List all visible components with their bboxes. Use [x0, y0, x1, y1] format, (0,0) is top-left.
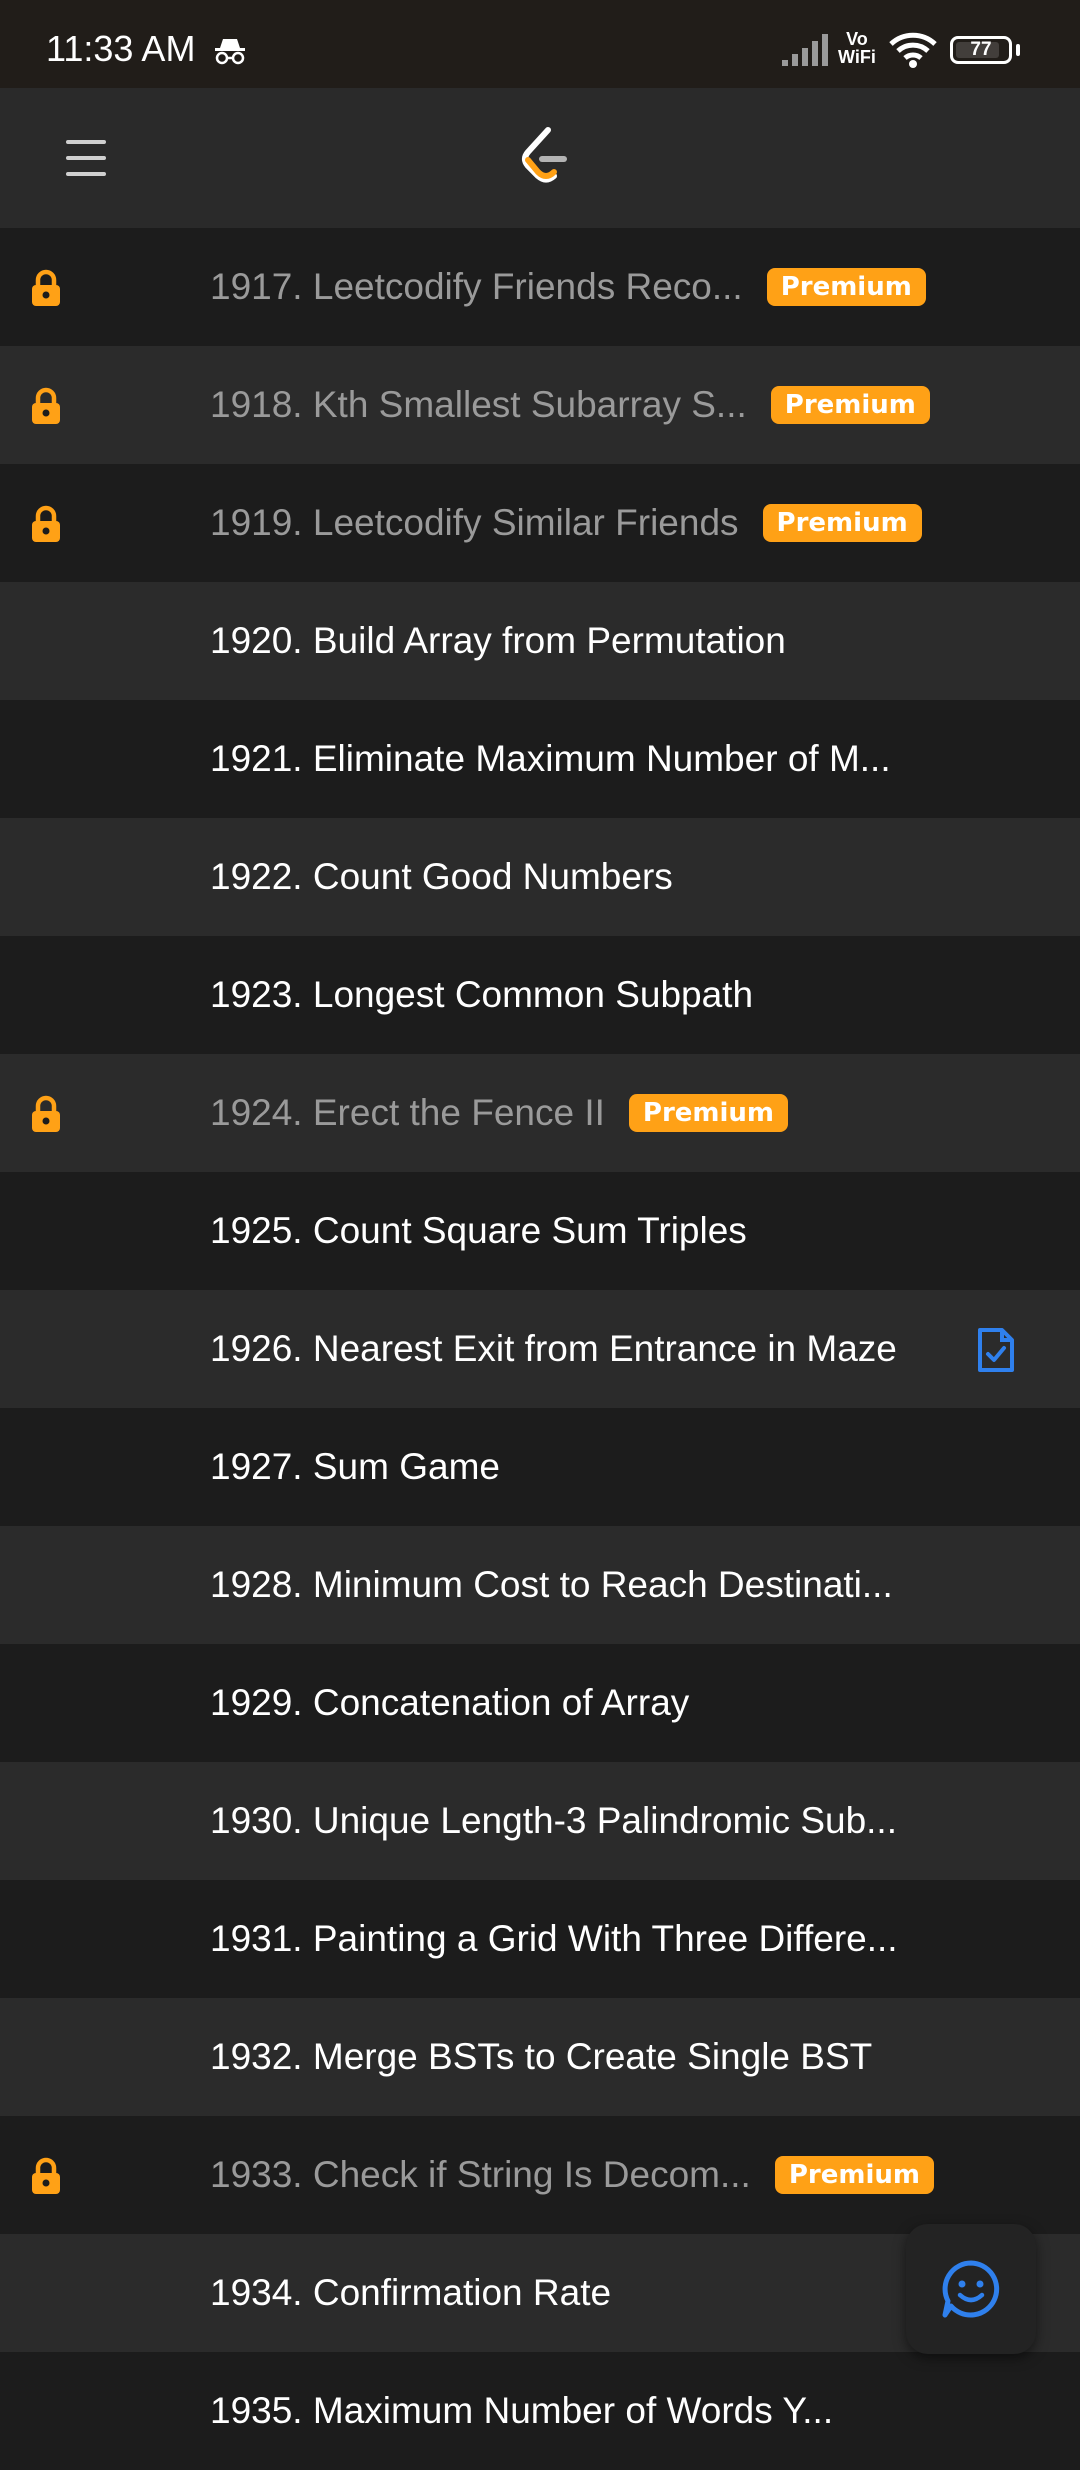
problem-title-text: 1930. Unique Length-3 Palindromic Sub...: [210, 1800, 897, 1841]
problem-row[interactable]: 1919. Leetcodify Similar Friends Premium: [0, 464, 1080, 582]
problem-title-text: 1924. Erect the Fence II: [210, 1092, 605, 1133]
problem-title: 1922. Count Good Numbers: [210, 856, 673, 898]
leetcode-logo-icon: [516, 126, 572, 195]
problem-title-text: 1923. Longest Common Subpath: [210, 974, 754, 1015]
problem-title-text: 1926. Nearest Exit from Entrance in Maze: [210, 1328, 897, 1369]
problem-title-text: 1922. Count Good Numbers: [210, 856, 673, 897]
problem-row[interactable]: 1935. Maximum Number of Words Y...: [0, 2352, 1080, 2470]
problem-row[interactable]: 1921. Eliminate Maximum Number of M...: [0, 700, 1080, 818]
status-bar: 11:33 AM Vo WiFi 77: [0, 0, 1080, 88]
problem-title-text: 1921. Eliminate Maximum Number of M...: [210, 738, 891, 779]
problem-title-text: 1928. Minimum Cost to Reach Destinati...: [210, 1564, 893, 1605]
problem-row[interactable]: 1928. Minimum Cost to Reach Destinati...: [0, 1526, 1080, 1644]
premium-badge: Premium: [766, 268, 926, 306]
lock-icon: [26, 268, 66, 313]
app-bar: [0, 88, 1080, 228]
problem-row[interactable]: 1918. Kth Smallest Subarray S... Premium: [0, 346, 1080, 464]
problem-title: 1917. Leetcodify Friends Reco... Premium: [210, 266, 926, 308]
problem-title: 1919. Leetcodify Similar Friends Premium: [210, 502, 922, 544]
problem-row[interactable]: 1932. Merge BSTs to Create Single BST: [0, 1998, 1080, 2116]
problem-title: 1934. Confirmation Rate: [210, 2272, 611, 2314]
problem-title: 1930. Unique Length-3 Palindromic Sub...: [210, 1800, 897, 1842]
problem-title: 1928. Minimum Cost to Reach Destinati...: [210, 1564, 893, 1606]
lock-icon: [26, 504, 66, 549]
problem-row[interactable]: 1933. Check if String Is Decom... Premium: [0, 2116, 1080, 2234]
battery-tip: [1016, 44, 1020, 56]
incognito-icon: [212, 36, 248, 71]
problem-title: 1924. Erect the Fence II Premium: [210, 1092, 789, 1134]
problem-title-text: 1933. Check if String Is Decom...: [210, 2154, 751, 2195]
problem-title-text: 1920. Build Array from Permutation: [210, 620, 786, 661]
problem-row[interactable]: 1920. Build Array from Permutation: [0, 582, 1080, 700]
problem-title-text: 1927. Sum Game: [210, 1446, 500, 1487]
vowifi-bottom: WiFi: [838, 47, 876, 67]
wifi-icon: [888, 32, 938, 73]
problem-title: 1933. Check if String Is Decom... Premium: [210, 2154, 934, 2196]
problem-title-text: 1919. Leetcodify Similar Friends: [210, 502, 739, 543]
problem-title-text: 1934. Confirmation Rate: [210, 2272, 612, 2313]
premium-badge: Premium: [774, 2156, 934, 2194]
lock-icon: [26, 386, 66, 431]
problem-title: 1921. Eliminate Maximum Number of M...: [210, 738, 891, 780]
problem-title: 1935. Maximum Number of Words Y...: [210, 2390, 833, 2432]
battery-level: 77: [970, 39, 992, 60]
problem-title: 1927. Sum Game: [210, 1446, 500, 1488]
premium-badge: Premium: [770, 386, 930, 424]
vowifi-indicator: Vo WiFi: [838, 30, 876, 66]
lock-icon: [26, 1094, 66, 1139]
problem-title-text: 1918. Kth Smallest Subarray S...: [210, 384, 747, 425]
problem-row[interactable]: 1926. Nearest Exit from Entrance in Maze: [0, 1290, 1080, 1408]
hamburger-menu-icon[interactable]: [66, 140, 106, 176]
problem-row[interactable]: 1930. Unique Length-3 Palindromic Sub...: [0, 1762, 1080, 1880]
problem-title-text: 1935. Maximum Number of Words Y...: [210, 2390, 834, 2431]
problem-title-text: 1925. Count Square Sum Triples: [210, 1210, 747, 1251]
problem-row[interactable]: 1929. Concatenation of Array: [0, 1644, 1080, 1762]
problem-row[interactable]: 1931. Painting a Grid With Three Differe…: [0, 1880, 1080, 1998]
problem-title-text: 1917. Leetcodify Friends Reco...: [210, 266, 743, 307]
vowifi-top: Vo: [846, 29, 868, 49]
problem-title: 1920. Build Array from Permutation: [210, 620, 786, 662]
problem-row[interactable]: 1923. Longest Common Subpath: [0, 936, 1080, 1054]
premium-badge: Premium: [762, 504, 922, 542]
solved-document-icon: [976, 1326, 1016, 1379]
problem-title: 1926. Nearest Exit from Entrance in Maze: [210, 1328, 897, 1370]
battery-icon: 77: [950, 36, 1012, 64]
chat-smile-icon: [942, 2260, 1000, 2318]
problem-row[interactable]: 1925. Count Square Sum Triples: [0, 1172, 1080, 1290]
problem-title-text: 1929. Concatenation of Array: [210, 1682, 690, 1723]
problem-title-text: 1931. Painting a Grid With Three Differe…: [210, 1918, 898, 1959]
problem-title: 1929. Concatenation of Array: [210, 1682, 689, 1724]
problem-row[interactable]: 1922. Count Good Numbers: [0, 818, 1080, 936]
lock-icon: [26, 2156, 66, 2201]
problem-row[interactable]: 1917. Leetcodify Friends Reco... Premium: [0, 228, 1080, 346]
problem-title: 1931. Painting a Grid With Three Differe…: [210, 1918, 898, 1960]
problem-title-text: 1932. Merge BSTs to Create Single BST: [210, 2036, 873, 2077]
signal-icon: [780, 32, 830, 73]
feedback-button[interactable]: [906, 2224, 1036, 2354]
status-time: 11:33 AM: [46, 28, 196, 69]
problem-title: 1925. Count Square Sum Triples: [210, 1210, 747, 1252]
premium-badge: Premium: [628, 1094, 789, 1132]
problem-list: 1917. Leetcodify Friends Reco... Premium 1…: [0, 228, 1080, 2470]
problem-title: 1918. Kth Smallest Subarray S... Premium: [210, 384, 930, 426]
problem-title: 1923. Longest Common Subpath: [210, 974, 753, 1016]
problem-row[interactable]: 1924. Erect the Fence II Premium: [0, 1054, 1080, 1172]
problem-row[interactable]: 1927. Sum Game: [0, 1408, 1080, 1526]
problem-title: 1932. Merge BSTs to Create Single BST: [210, 2036, 872, 2078]
